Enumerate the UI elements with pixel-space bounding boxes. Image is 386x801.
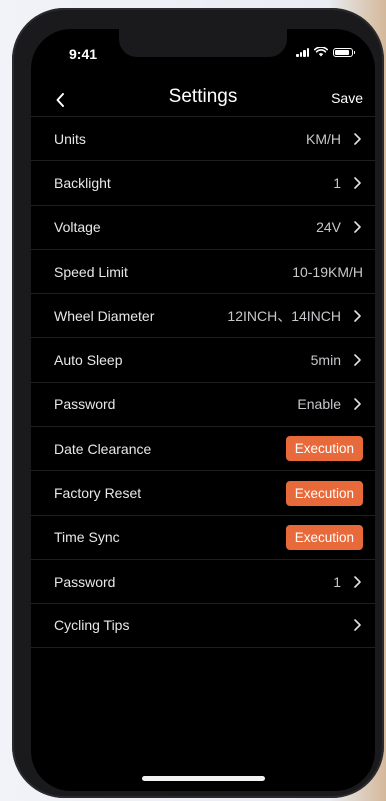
setting-row-password-enable[interactable]: Password Enable	[31, 381, 375, 426]
setting-row-wheel-diameter[interactable]: Wheel Diameter 12INCH、14INCH	[31, 293, 375, 337]
setting-row-speed-limit: Speed Limit 10-19KM/H	[31, 248, 375, 293]
chevron-right-icon	[354, 354, 361, 366]
setting-row-password[interactable]: Password 1	[31, 558, 375, 603]
phone-frame: 9:41 Settings Save Units KM/H Backlight …	[12, 8, 384, 798]
setting-label: Backlight	[54, 174, 111, 191]
setting-label: Cycling Tips	[54, 617, 130, 634]
status-time: 9:41	[69, 46, 98, 62]
setting-label: Units	[54, 130, 86, 147]
execution-button[interactable]: Execution	[285, 524, 363, 550]
execution-button[interactable]: Execution	[285, 436, 363, 462]
execution-button[interactable]: Execution	[285, 480, 363, 506]
setting-value: KM/H	[306, 130, 341, 147]
setting-value: 24V	[316, 219, 341, 236]
chevron-right-icon	[354, 310, 361, 322]
cellular-signal-icon	[296, 47, 309, 57]
page-title: Settings	[168, 86, 238, 107]
app-screen: 9:41 Settings Save Units KM/H Backlight …	[31, 29, 375, 791]
setting-label: Auto Sleep	[54, 352, 123, 369]
setting-label: Voltage	[54, 219, 101, 236]
setting-label: Factory Reset	[54, 485, 142, 502]
save-button[interactable]: Save	[331, 90, 363, 106]
setting-value: 12INCH、14INCH	[227, 307, 341, 324]
setting-label: Password	[54, 573, 116, 590]
home-indicator[interactable]	[142, 776, 265, 781]
setting-label: Date Clearance	[54, 440, 152, 457]
setting-label: Wheel Diameter	[54, 307, 155, 324]
setting-value: 1	[333, 174, 341, 191]
setting-row-units[interactable]: Units KM/H	[31, 116, 375, 160]
setting-row-cycling-tips[interactable]: Cycling Tips	[31, 603, 375, 648]
wifi-icon	[314, 47, 328, 57]
back-button[interactable]	[49, 88, 73, 112]
nav-bar: Settings Save	[31, 84, 375, 120]
chevron-right-icon	[354, 619, 361, 632]
chevron-right-icon	[354, 575, 361, 588]
chevron-right-icon	[354, 132, 361, 145]
setting-row-factory-reset: Factory Reset Execution	[31, 470, 375, 514]
setting-label: Speed Limit	[54, 263, 128, 280]
setting-value: 1	[333, 573, 341, 590]
setting-value: Enable	[297, 396, 341, 413]
setting-value: 5min	[310, 352, 341, 369]
status-icons	[296, 47, 355, 57]
setting-value: 10-19KM/H	[292, 263, 363, 280]
chevron-left-icon	[56, 93, 64, 107]
setting-row-voltage[interactable]: Voltage 24V	[31, 204, 375, 249]
chevron-right-icon	[354, 177, 361, 189]
chevron-right-icon	[354, 398, 361, 411]
setting-label: Time Sync	[54, 529, 120, 546]
setting-row-date-clearance: Date Clearance Execution	[31, 426, 375, 470]
chevron-right-icon	[354, 221, 361, 234]
setting-row-time-sync: Time Sync Execution	[31, 514, 375, 559]
battery-icon	[333, 47, 355, 57]
setting-row-auto-sleep[interactable]: Auto Sleep 5min	[31, 337, 375, 381]
setting-row-backlight[interactable]: Backlight 1	[31, 160, 375, 204]
setting-label: Password	[54, 396, 116, 413]
settings-list: Units KM/H Backlight 1 Voltage 24V Speed…	[31, 116, 375, 648]
phone-notch	[119, 29, 287, 57]
